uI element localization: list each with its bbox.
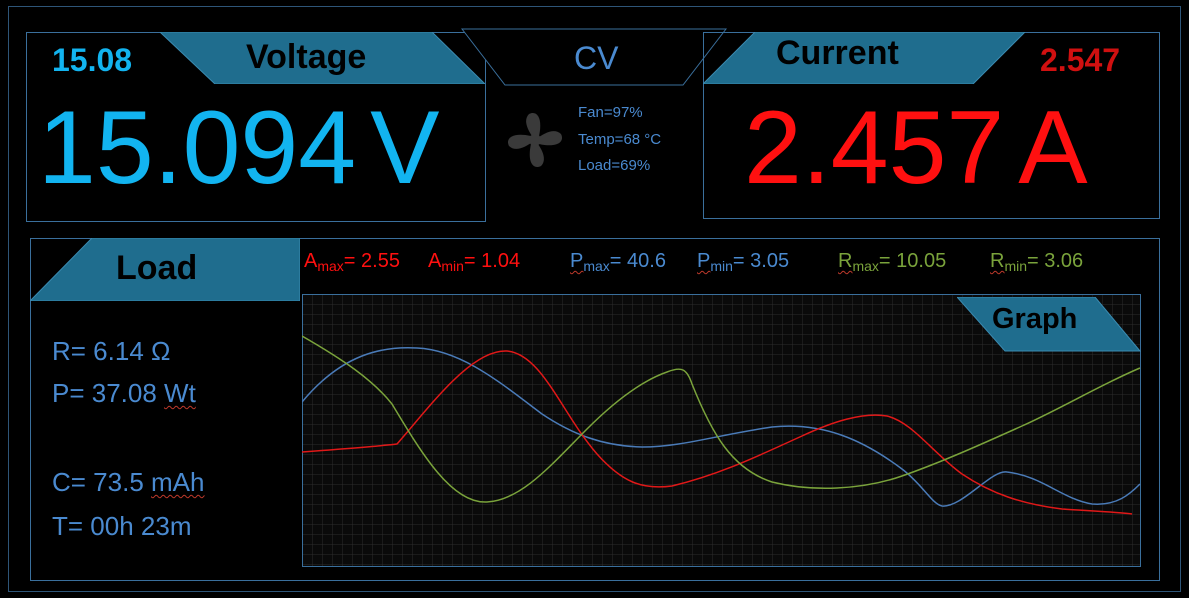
stat-p-max: Pmax= 40.6 <box>570 250 666 274</box>
stat-p-min-sub: min <box>710 258 733 274</box>
load-power-unit: Wt <box>164 378 196 408</box>
fan-icon <box>507 112 563 168</box>
stat-a-max-value: = 2.55 <box>343 250 400 272</box>
current-title: Current <box>776 34 899 72</box>
load-capacity: C= 73.5 mAh <box>52 467 204 498</box>
stat-r-max-symbol: R <box>838 250 853 272</box>
stat-p-min-value: = 3.05 <box>732 250 790 272</box>
load-status: Load=69% <box>578 157 651 174</box>
stat-r-min-sub: min <box>1004 258 1028 274</box>
stat-r-min-value: = 3.06 <box>1027 250 1084 272</box>
current-setpoint: 2.547 <box>1040 42 1121 78</box>
load-power: P= 37.08 Wt <box>52 378 196 409</box>
stat-r-min-symbol: R <box>990 250 1005 272</box>
stat-p-min-symbol: P <box>697 250 711 272</box>
stat-a-max-symbol: A <box>304 250 318 272</box>
stat-p-max-label: Pmax <box>570 250 610 274</box>
stat-r-min: Rmin= 3.06 <box>990 250 1083 274</box>
stat-a-min-symbol: A <box>428 250 442 272</box>
stat-a-min-sub: min <box>441 258 464 274</box>
voltage-value: 15.094 V <box>38 96 439 200</box>
stat-r-min-label: Rmin <box>990 250 1028 274</box>
current-unit: A <box>1018 90 1088 206</box>
stat-p-min: Pmin= 3.05 <box>697 250 789 274</box>
stat-r-max-value: = 10.05 <box>878 250 947 272</box>
voltage-title: Voltage <box>246 38 367 76</box>
stat-p-max-sub: max <box>583 258 610 274</box>
stat-p-max-symbol: P <box>570 250 584 272</box>
load-resistance: R= 6.14 Ω <box>52 336 171 366</box>
temp-status: Temp=68 °C <box>578 131 662 148</box>
mode-label: CV <box>574 40 619 76</box>
voltage-number: 15.094 <box>38 90 357 206</box>
stat-r-max-sub: max <box>852 258 879 274</box>
voltage-unit: V <box>370 90 440 206</box>
load-capacity-unit: mAh <box>151 467 205 497</box>
stat-r-max-label: Rmax <box>838 250 879 274</box>
load-time: T= 00h 23m <box>52 511 192 541</box>
stat-p-max-value: = 40.6 <box>609 250 666 272</box>
voltage-setpoint: 15.08 <box>52 42 133 78</box>
stat-a-max: Amax= 2.55 <box>304 250 400 274</box>
current-number: 2.457 <box>744 90 1005 206</box>
graph-title: Graph <box>992 303 1078 335</box>
stat-a-min: Amin= 1.04 <box>428 250 520 274</box>
stat-p-min-label: Pmin <box>697 250 733 274</box>
load-capacity-value: C= 73.5 <box>52 467 152 497</box>
fan-status: Fan=97% <box>578 104 643 121</box>
current-value: 2.457 A <box>744 96 1088 200</box>
stat-a-max-sub: max <box>317 258 344 274</box>
stat-r-max: Rmax= 10.05 <box>838 250 946 274</box>
load-power-value: P= 37.08 <box>52 378 165 408</box>
stat-a-min-value: = 1.04 <box>463 250 521 272</box>
load-title: Load <box>116 249 198 287</box>
